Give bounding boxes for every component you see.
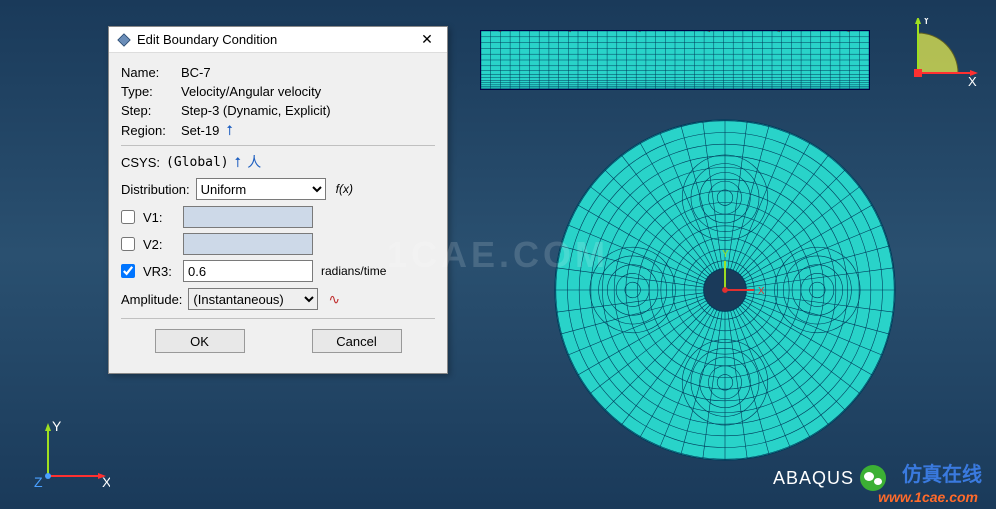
region-value: Set-19	[181, 123, 219, 138]
v1-checkbox[interactable]	[121, 210, 135, 224]
datum-triad: X Y	[908, 18, 978, 88]
fx-icon[interactable]: f(x)	[332, 182, 353, 196]
v1-label: V1:	[143, 210, 175, 225]
v2-checkbox[interactable]	[121, 237, 135, 251]
app-icon	[117, 33, 131, 47]
amplitude-label: Amplitude:	[121, 292, 182, 307]
amplitude-select[interactable]: (Instantaneous)	[188, 288, 318, 310]
edit-bc-dialog: Edit Boundary Condition ✕ Name:BC-7 Type…	[108, 26, 448, 374]
v2-input[interactable]	[183, 233, 313, 255]
distribution-select[interactable]: Uniform	[196, 178, 326, 200]
region-label: Region:	[121, 123, 181, 138]
disc-mesh: X Y	[550, 115, 900, 465]
pick-region-icon[interactable]: ⭡	[227, 122, 234, 139]
svg-text:Z: Z	[34, 474, 43, 490]
close-icon[interactable]: ✕	[415, 31, 439, 48]
svg-text:Y: Y	[722, 249, 729, 260]
distribution-label: Distribution:	[121, 182, 190, 197]
svg-text:Y: Y	[52, 421, 62, 434]
dialog-body: Name:BC-7 Type:Velocity/Angular velocity…	[109, 53, 447, 373]
vr3-unit: radians/time	[321, 264, 386, 278]
ok-button[interactable]: OK	[155, 329, 245, 353]
url-text: www.1cae.com	[878, 489, 978, 505]
vr3-label: VR3:	[143, 264, 175, 279]
pick-csys-icon[interactable]: ⭡	[235, 154, 242, 171]
csys-value: (Global)	[166, 155, 229, 170]
csys-label: CSYS:	[121, 155, 160, 170]
step-label: Step:	[121, 103, 181, 118]
view-triad: X Y Z	[30, 421, 110, 491]
amplitude-wave-icon[interactable]: ∿	[324, 291, 340, 308]
name-label: Name:	[121, 65, 181, 80]
svg-text:X: X	[968, 74, 977, 88]
product-brand: ABAQUS	[773, 465, 886, 491]
cn-text: 仿真在线	[902, 458, 982, 487]
type-label: Type:	[121, 84, 181, 99]
svg-text:X: X	[758, 286, 765, 297]
cancel-button[interactable]: Cancel	[312, 329, 402, 353]
type-value: Velocity/Angular velocity	[181, 84, 321, 99]
vr3-checkbox[interactable]	[121, 264, 135, 278]
dialog-titlebar[interactable]: Edit Boundary Condition ✕	[109, 27, 447, 53]
svg-text:Y: Y	[922, 18, 931, 27]
v1-input[interactable]	[183, 206, 313, 228]
rectangular-mesh	[480, 30, 870, 90]
viewport[interactable]: X Y	[470, 20, 976, 489]
v2-label: V2:	[143, 237, 175, 252]
vr3-input[interactable]	[183, 260, 313, 282]
csys-triad-icon[interactable]: 人	[247, 152, 261, 172]
name-value: BC-7	[181, 65, 211, 80]
step-value: Step-3 (Dynamic, Explicit)	[181, 103, 331, 118]
svg-text:X: X	[102, 474, 110, 490]
dialog-title: Edit Boundary Condition	[137, 32, 415, 47]
wechat-icon	[860, 465, 886, 491]
